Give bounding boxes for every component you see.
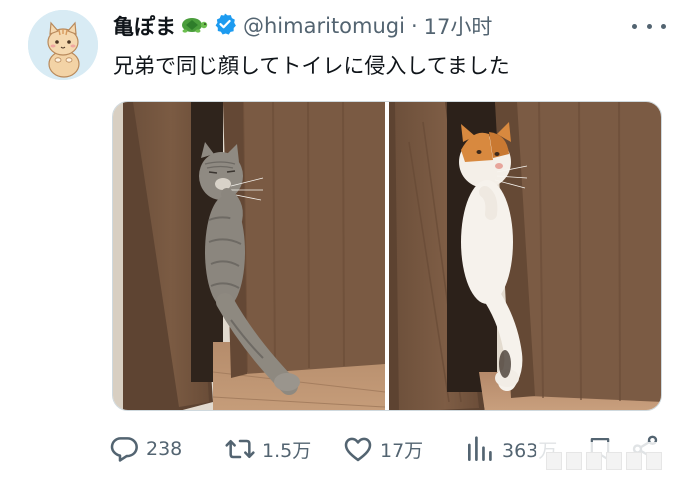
- turtle-icon: [178, 13, 208, 39]
- reply-bubble-icon: [110, 437, 138, 462]
- reply-button[interactable]: 238: [108, 430, 182, 468]
- like-button[interactable]: 17万: [342, 430, 423, 468]
- media-grid: [112, 101, 662, 411]
- retweet-button[interactable]: 1.5万: [224, 430, 311, 468]
- avatar[interactable]: [28, 10, 98, 80]
- more-dots-icon[interactable]: [632, 14, 666, 38]
- watermark: [536, 442, 690, 478]
- separator-dot: ·: [410, 14, 418, 38]
- like-count: 17万: [380, 439, 424, 462]
- cartoon-cat-avatar: [28, 10, 98, 80]
- retweet-icon: [225, 439, 255, 459]
- retweet-count: 1.5万: [262, 439, 312, 462]
- cat-photo-right[interactable]: [389, 102, 662, 411]
- reply-count: 238: [146, 438, 183, 460]
- author-handle[interactable]: @himaritomugi: [243, 14, 405, 38]
- tweet-text: 兄弟で同じ顔してトイレに侵入してました: [113, 54, 510, 78]
- post-time[interactable]: 17小时: [424, 11, 493, 41]
- tweet-header: 亀ぽま @himaritomugi · 17小时: [113, 10, 492, 42]
- display-name[interactable]: 亀ぽま: [113, 11, 176, 41]
- verified-badge-icon[interactable]: [213, 12, 237, 40]
- heart-icon: [344, 437, 372, 462]
- cat-photo-left[interactable]: [113, 102, 385, 411]
- views-bar-chart-icon: [468, 436, 492, 461]
- tweet: 亀ぽま @himaritomugi · 17小时 兄弟で同じ顔してトイレに侵入し…: [0, 0, 690, 481]
